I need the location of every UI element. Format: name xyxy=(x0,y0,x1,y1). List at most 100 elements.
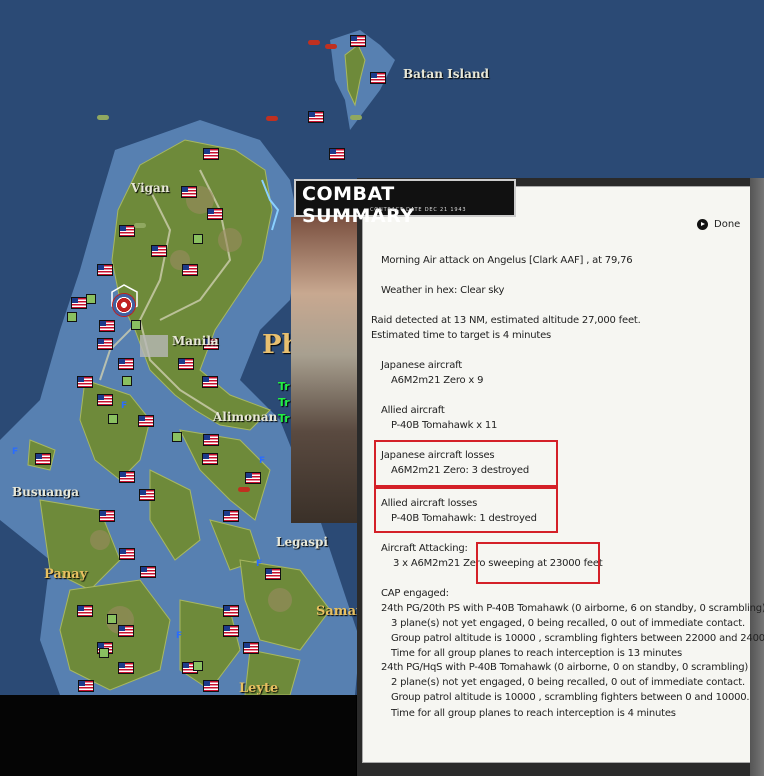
selected-base-icon[interactable] xyxy=(112,293,136,317)
ground-unit-icon[interactable] xyxy=(107,614,117,624)
place-label: Vigan xyxy=(131,181,170,195)
us-flag-icon[interactable] xyxy=(203,148,219,160)
aircraft-group-icon[interactable] xyxy=(238,487,250,492)
us-flag-icon[interactable] xyxy=(329,148,345,160)
ground-unit-icon[interactable] xyxy=(122,376,132,386)
us-flag-icon[interactable] xyxy=(245,472,261,484)
aircraft-group-icon[interactable] xyxy=(350,115,362,120)
panel-scroll-edge xyxy=(750,178,764,776)
combat-summary-title: COMBAT SUMMARY CONTRACT DATE DEC 21 1943 xyxy=(294,179,516,227)
ground-unit-icon[interactable] xyxy=(193,234,203,244)
allied-losses-highlight xyxy=(374,487,558,533)
ground-unit-icon[interactable] xyxy=(99,648,109,658)
report-line: 24th PG/HqS with P-40B Tomahawk (0 airbo… xyxy=(381,662,749,673)
ground-unit-icon[interactable] xyxy=(193,661,203,671)
us-flag-icon[interactable] xyxy=(119,548,135,560)
us-flag-icon[interactable] xyxy=(118,358,134,370)
place-label: Samar xyxy=(316,604,363,619)
place-label: Leyte xyxy=(239,681,279,695)
us-flag-icon[interactable] xyxy=(97,264,113,276)
us-flag-icon[interactable] xyxy=(203,434,219,446)
done-button[interactable]: Done xyxy=(697,216,740,232)
report-line: A6M2m21 Zero x 9 xyxy=(391,375,484,386)
us-flag-icon[interactable] xyxy=(370,72,386,84)
report-line: Weather in hex: Clear sky xyxy=(381,285,505,296)
ground-unit-icon[interactable] xyxy=(131,320,141,330)
us-flag-icon[interactable] xyxy=(97,394,113,406)
done-label: Done xyxy=(714,218,741,230)
place-label: Tr xyxy=(278,396,290,409)
panel-title: COMBAT SUMMARY xyxy=(302,183,415,227)
bottom-bar xyxy=(0,695,356,776)
fortification-icon: F xyxy=(259,456,266,466)
us-flag-icon[interactable] xyxy=(223,625,239,637)
aircraft-group-icon[interactable] xyxy=(308,40,320,45)
report-line: Morning Air attack on Angelus [Clark AAF… xyxy=(381,255,633,266)
aircraft-group-icon[interactable] xyxy=(325,44,337,49)
place-label: Panay xyxy=(44,567,88,582)
report-line: 3 plane(s) not yet engaged, 0 being reca… xyxy=(391,618,745,629)
us-flag-icon[interactable] xyxy=(138,415,154,427)
us-flag-icon[interactable] xyxy=(202,376,218,388)
aircraft-group-icon[interactable] xyxy=(266,116,278,121)
place-label: Alimonan xyxy=(213,410,278,424)
us-flag-icon[interactable] xyxy=(78,680,94,692)
ground-unit-icon[interactable] xyxy=(172,432,182,442)
us-flag-icon[interactable] xyxy=(203,680,219,692)
report-line: Japanese aircraft xyxy=(381,360,462,371)
us-flag-icon[interactable] xyxy=(202,453,218,465)
ground-unit-icon[interactable] xyxy=(86,294,96,304)
fortification-icon: F xyxy=(121,401,128,411)
panel-subtitle: CONTRACT DATE DEC 21 1943 xyxy=(370,207,467,213)
us-flag-icon[interactable] xyxy=(71,297,87,309)
sweep-altitude-highlight xyxy=(476,542,600,584)
report-line: Aircraft Attacking: xyxy=(381,543,468,554)
ground-unit-icon[interactable] xyxy=(67,312,77,322)
fortification-icon: F xyxy=(176,631,183,641)
us-flag-icon[interactable] xyxy=(119,225,135,237)
us-flag-icon[interactable] xyxy=(308,111,324,123)
us-flag-icon[interactable] xyxy=(151,245,167,257)
aircraft-group-icon[interactable] xyxy=(97,115,109,120)
us-flag-icon[interactable] xyxy=(97,338,113,350)
ground-unit-icon[interactable] xyxy=(108,414,118,424)
report-line: Allied aircraft xyxy=(381,405,445,416)
us-flag-icon[interactable] xyxy=(140,566,156,578)
us-flag-icon[interactable] xyxy=(178,358,194,370)
aircraft-group-icon[interactable] xyxy=(134,223,146,228)
us-flag-icon[interactable] xyxy=(350,35,366,47)
us-flag-icon[interactable] xyxy=(182,264,198,276)
report-line: 24th PG/20th PS with P-40B Tomahawk (0 a… xyxy=(381,603,764,614)
us-flag-icon[interactable] xyxy=(99,510,115,522)
report-line: P-40B Tomahawk x 11 xyxy=(391,420,498,431)
report-line: Time for all group planes to reach inter… xyxy=(391,648,682,659)
place-label: Legaspi xyxy=(276,535,328,549)
us-flag-icon[interactable] xyxy=(265,568,281,580)
us-flag-icon[interactable] xyxy=(118,625,134,637)
us-flag-icon[interactable] xyxy=(35,453,51,465)
place-label: Tr xyxy=(278,412,290,425)
us-flag-icon[interactable] xyxy=(181,186,197,198)
report-line: Raid detected at 13 NM, estimated altitu… xyxy=(371,315,641,326)
us-flag-icon[interactable] xyxy=(207,208,223,220)
us-flag-icon[interactable] xyxy=(77,376,93,388)
place-label: Tr xyxy=(278,380,290,393)
report-line: Time for all group planes to reach inter… xyxy=(391,708,676,719)
us-flag-icon[interactable] xyxy=(243,642,259,654)
report-line: Group patrol altitude is 10000 , scrambl… xyxy=(391,633,764,644)
war-photo xyxy=(291,217,361,523)
us-flag-icon[interactable] xyxy=(223,605,239,617)
report-line: Estimated time to target is 4 minutes xyxy=(371,330,552,341)
place-label: Busuanga xyxy=(12,485,80,499)
us-flag-icon[interactable] xyxy=(118,662,134,674)
japanese-losses-highlight xyxy=(374,440,558,487)
report-line: CAP engaged: xyxy=(381,588,449,599)
us-flag-icon[interactable] xyxy=(223,510,239,522)
fortification-icon: F xyxy=(256,559,263,569)
us-flag-icon[interactable] xyxy=(99,320,115,332)
us-flag-icon[interactable] xyxy=(119,471,135,483)
us-flag-icon[interactable] xyxy=(77,605,93,617)
place-label: Manila xyxy=(172,334,219,348)
us-flag-icon[interactable] xyxy=(139,489,155,501)
report-line: 2 plane(s) not yet engaged, 0 being reca… xyxy=(391,677,745,688)
